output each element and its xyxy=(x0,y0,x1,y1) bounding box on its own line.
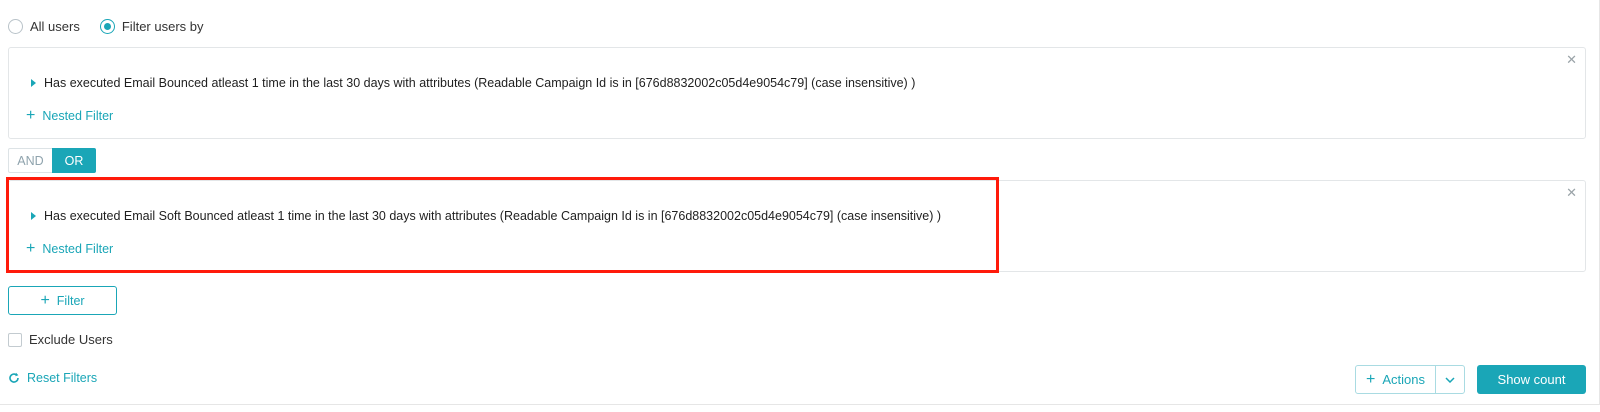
filter-condition: Has executed Email Bounced atleast 1 tim… xyxy=(31,76,915,90)
close-icon[interactable]: ✕ xyxy=(1566,186,1577,199)
caret-right-icon[interactable] xyxy=(31,79,36,87)
actions-button[interactable]: + Actions xyxy=(1356,366,1435,393)
nested-filter-button[interactable]: + Nested Filter xyxy=(26,241,113,257)
nested-filter-label: Nested Filter xyxy=(42,109,114,123)
refresh-icon xyxy=(9,372,19,383)
nested-filter-button[interactable]: + Nested Filter xyxy=(26,108,113,124)
close-icon[interactable]: ✕ xyxy=(1566,53,1577,66)
exclude-users-checkbox[interactable] xyxy=(8,332,22,347)
add-filter-label: Filter xyxy=(56,293,85,308)
nested-filter-label: Nested Filter xyxy=(42,242,114,256)
all-users-label: All users xyxy=(30,18,80,34)
or-toggle-button[interactable]: OR xyxy=(52,148,96,173)
user-scope-radio-group: All users Filter users by xyxy=(8,17,224,35)
logic-toggle: AND OR xyxy=(8,148,96,173)
show-count-button[interactable]: Show count xyxy=(1477,365,1586,394)
add-filter-button[interactable]: + Filter xyxy=(8,286,117,315)
plus-icon: + xyxy=(26,240,36,257)
reset-filters-link[interactable]: Reset Filters xyxy=(8,371,97,385)
caret-right-icon[interactable] xyxy=(31,212,36,220)
filter-condition: Has executed Email Soft Bounced atleast … xyxy=(31,209,941,223)
plus-icon: + xyxy=(1366,370,1376,388)
chevron-down-icon xyxy=(1445,376,1455,383)
filter-users-by-radio[interactable] xyxy=(99,18,115,34)
exclude-users-label: Exclude Users xyxy=(29,332,113,347)
filter-card: ✕ Has executed Email Bounced atleast 1 t… xyxy=(8,47,1586,139)
filter-condition-text: Has executed Email Soft Bounced atleast … xyxy=(44,209,942,223)
filter-users-by-label: Filter users by xyxy=(121,18,204,34)
filter-condition-text: Has executed Email Bounced atleast 1 tim… xyxy=(44,76,916,90)
filter-card: ✕ Has executed Email Soft Bounced atleas… xyxy=(8,180,1586,272)
filter-users-by-option[interactable]: Filter users by xyxy=(99,18,204,34)
plus-icon: + xyxy=(26,107,36,124)
all-users-radio[interactable] xyxy=(8,18,23,34)
all-users-option[interactable]: All users xyxy=(8,18,80,34)
actions-dropdown-toggle[interactable] xyxy=(1435,366,1464,393)
and-toggle-button[interactable]: AND xyxy=(8,148,52,173)
segment-filter-panel: All users Filter users by ✕ Has executed… xyxy=(0,0,1600,405)
actions-split-button: + Actions xyxy=(1355,365,1465,394)
plus-icon: + xyxy=(40,291,50,309)
actions-label: Actions xyxy=(1382,372,1425,387)
exclude-users-option[interactable]: Exclude Users xyxy=(8,332,113,347)
reset-filters-label: Reset Filters xyxy=(27,371,98,385)
